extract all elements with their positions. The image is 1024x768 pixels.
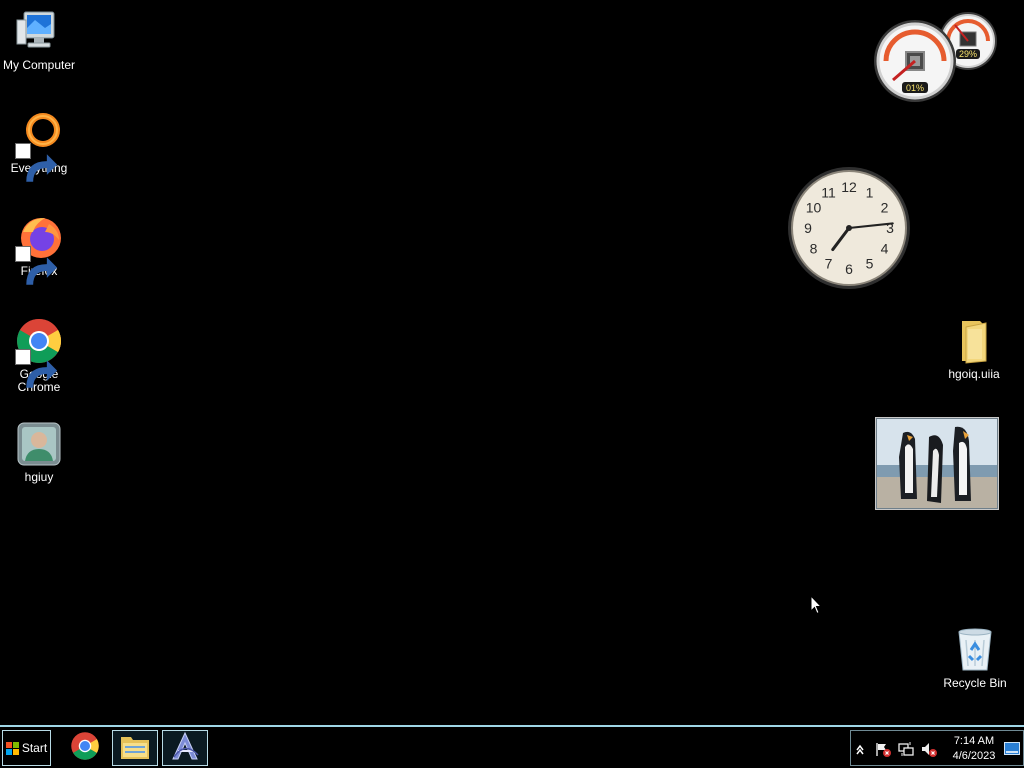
taskbar-date: 4/6/2023 — [952, 750, 996, 762]
clock-numeral: 12 — [841, 179, 857, 195]
penguins-photo — [874, 416, 1000, 511]
clock-numeral: 6 — [845, 261, 853, 277]
volume-muted-icon[interactable] — [921, 741, 937, 757]
clock-numeral: 3 — [886, 220, 894, 236]
desktop-icon-my-computer[interactable]: My Computer — [0, 8, 79, 72]
desktop-icon-label: Recycle Bin — [943, 676, 1007, 690]
clock-numeral: 10 — [806, 200, 822, 216]
desktop-icon-label: My Computer — [2, 58, 76, 72]
clock-numeral: 2 — [881, 200, 889, 216]
clock-numeral: 11 — [821, 184, 836, 200]
show-hidden-icons-chevron[interactable] — [855, 741, 871, 757]
network-icon[interactable] — [898, 741, 914, 757]
clock-numeral: 1 — [866, 184, 874, 200]
file-explorer-icon — [119, 731, 151, 766]
start-label: Start — [21, 741, 48, 755]
clock-gadget[interactable]: 12 1 2 3 4 5 6 7 8 9 10 11 — [787, 166, 911, 290]
chrome-icon — [70, 731, 100, 766]
taskbar-clock[interactable]: 7:14 AM 4/6/2023 — [949, 734, 999, 764]
desktop-icon-hgoiq-folder[interactable]: hgoiq.uiia — [934, 317, 1014, 381]
desktop-icon-everything[interactable]: Everything — [0, 111, 79, 182]
firefox-icon — [15, 214, 63, 285]
taskbar-time: 7:14 AM — [953, 735, 995, 747]
taskbar-app-file-explorer[interactable] — [112, 730, 158, 766]
taskbar-app-chrome[interactable] — [62, 730, 108, 766]
desktop-icon-label: hgoiq.uiia — [948, 367, 1000, 381]
cpu-meter-gadget[interactable]: 01% 29% — [872, 8, 1002, 104]
folder-icon — [950, 317, 998, 365]
computer-icon — [15, 8, 63, 56]
taskbar-app-a[interactable] — [162, 730, 208, 766]
system-tray: 7:14 AM 4/6/2023 — [850, 730, 1024, 766]
memory-usage-label: 29% — [958, 49, 977, 59]
windows-logo-icon — [5, 741, 19, 755]
clock-numeral: 8 — [810, 241, 818, 257]
shortcut-arrow-icon — [15, 246, 58, 285]
chrome-icon — [15, 317, 63, 388]
desktop-icon-firefox[interactable]: Firefox — [0, 214, 79, 285]
user-contact-icon — [15, 420, 63, 468]
shortcut-arrow-icon — [15, 143, 58, 182]
app-a-icon — [170, 731, 200, 766]
slideshow-gadget[interactable] — [874, 416, 1000, 511]
show-desktop-icon[interactable] — [1004, 742, 1020, 755]
start-button[interactable]: Start — [2, 730, 51, 766]
action-center-flag-icon[interactable] — [875, 741, 891, 757]
clock-numeral: 7 — [825, 256, 833, 272]
clock-numeral: 5 — [866, 256, 874, 272]
taskbar: Start 7:14 AM 4/6/2023 — [0, 725, 1024, 768]
desktop-icon-recycle-bin[interactable]: Recycle Bin — [935, 626, 1015, 690]
mouse-cursor-icon — [810, 594, 823, 615]
shortcut-arrow-icon — [15, 349, 58, 388]
desktop-icon-hgiuy[interactable]: hgiuy — [0, 420, 79, 484]
clock-numeral: 9 — [804, 220, 812, 236]
clock-numeral: 4 — [881, 241, 889, 257]
recycle-bin-icon — [951, 626, 999, 674]
desktop-icon-google-chrome[interactable]: Google Chrome — [0, 317, 79, 394]
desktop-icon-label: hgiuy — [24, 470, 54, 484]
cpu-usage-label: 01% — [905, 83, 924, 93]
everything-search-icon — [15, 111, 63, 182]
